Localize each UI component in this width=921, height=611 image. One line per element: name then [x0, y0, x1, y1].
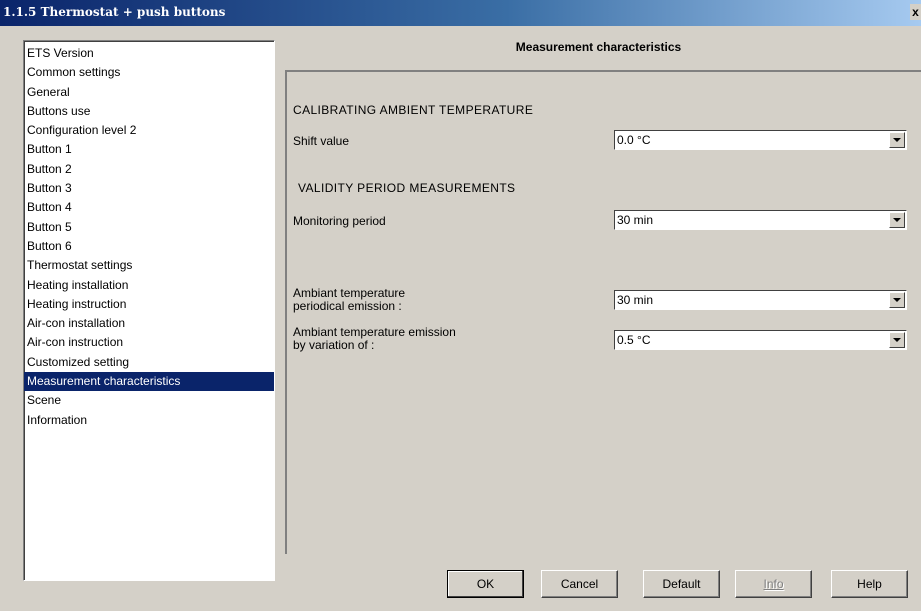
section-title: Measurement characteristics	[515, 40, 682, 54]
nav-item[interactable]: Button 1	[24, 140, 274, 159]
info-button-label: Info	[763, 577, 784, 591]
nav-item[interactable]: Button 3	[24, 179, 274, 198]
info-button: Info	[735, 570, 812, 598]
nav-item[interactable]: Customized setting	[24, 353, 274, 372]
periodical-emission-label-line2: periodical emission :	[293, 299, 402, 313]
chevron-down-icon[interactable]	[889, 132, 905, 148]
chevron-down-icon[interactable]	[889, 212, 905, 228]
ok-button[interactable]: OK	[447, 570, 524, 598]
shift-value-label: Shift value	[293, 134, 350, 148]
default-button[interactable]: Default	[643, 570, 720, 598]
close-icon[interactable]: x	[910, 4, 921, 20]
nav-item[interactable]: General	[24, 83, 274, 102]
periodical-emission-select[interactable]: 30 min	[614, 290, 907, 310]
window-title: 1.1.5 Thermostat + push buttons	[3, 5, 226, 19]
nav-item[interactable]: Heating instruction	[24, 295, 274, 314]
nav-item[interactable]: Thermostat settings	[24, 256, 274, 275]
parameter-tree[interactable]: ETS Version Common settings General Buttons…	[23, 40, 275, 581]
help-button[interactable]: Help	[831, 570, 908, 598]
nav-item[interactable]: Buttons use	[24, 102, 274, 121]
nav-item[interactable]: Information	[24, 411, 274, 430]
nav-item[interactable]: Button 2	[24, 160, 274, 179]
nav-item[interactable]: ETS Version	[24, 44, 274, 63]
nav-item[interactable]: Button 4	[24, 198, 274, 217]
shift-value-select[interactable]: 0.0 °C	[614, 130, 907, 150]
nav-item[interactable]: Heating installation	[24, 276, 274, 295]
nav-item[interactable]: Air-con installation	[24, 314, 274, 333]
cancel-button[interactable]: Cancel	[541, 570, 618, 598]
nav-item[interactable]: Air-con instruction	[24, 333, 274, 352]
nav-item[interactable]: Configuration level 2	[24, 121, 274, 140]
variation-emission-select[interactable]: 0.5 °C	[614, 330, 907, 350]
monitoring-period-select[interactable]: 30 min	[614, 210, 907, 230]
nav-item[interactable]: Common settings	[24, 63, 274, 82]
monitoring-period-text: 30 min	[617, 213, 654, 227]
validity-heading: VALIDITY PERIOD MEASUREMENTS	[298, 181, 516, 195]
title-bar: 1.1.5 Thermostat + push buttons x	[0, 0, 921, 26]
variation-emission-label-line2: by variation of :	[293, 338, 375, 352]
monitoring-period-label: Monitoring period	[293, 214, 386, 228]
periodical-emission-text: 30 min	[617, 293, 654, 307]
chevron-down-icon[interactable]	[889, 292, 905, 308]
nav-item[interactable]: Button 5	[24, 218, 274, 237]
chevron-down-icon[interactable]	[889, 332, 905, 348]
calibrating-heading: CALIBRATING AMBIENT TEMPERATURE	[293, 103, 534, 117]
shift-value-text: 0.0 °C	[617, 133, 651, 147]
nav-item[interactable]: Scene	[24, 391, 274, 410]
nav-item[interactable]: Measurement characteristics	[24, 372, 274, 392]
variation-emission-text: 0.5 °C	[617, 333, 651, 347]
nav-item[interactable]: Button 6	[24, 237, 274, 256]
